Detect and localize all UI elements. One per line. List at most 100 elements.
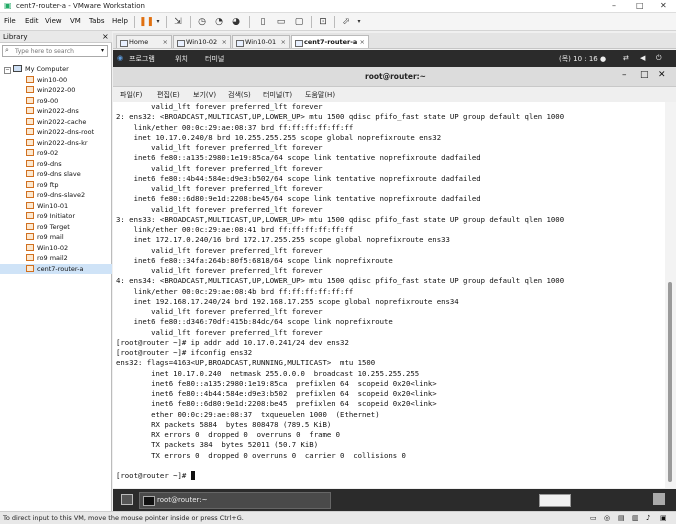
terminal-minimize-button[interactable]: – (622, 70, 627, 80)
cd-drive-icon[interactable]: ◎ (604, 514, 610, 522)
toolbar-separator (166, 16, 167, 28)
library-vm-item[interactable]: win2022-dns-kr (0, 138, 112, 149)
vm-icon (295, 40, 303, 47)
library-vm-item[interactable]: ro9-00 (0, 96, 112, 107)
pause-icon[interactable]: ❚❚ (139, 16, 154, 28)
applications-menu[interactable]: 프로그램 (129, 54, 155, 64)
console-view-icon[interactable]: ▢ (293, 16, 305, 28)
usb-icon[interactable]: ▥ (632, 514, 639, 522)
library-vm-item[interactable]: win2022-dns-root (0, 127, 112, 138)
stretch-guest-icon[interactable]: ⬀ (340, 16, 352, 28)
vm-icon (26, 264, 34, 272)
library-vm-item[interactable]: ro9 mail2 (0, 253, 112, 264)
send-keys-icon[interactable]: ⇲ (172, 16, 184, 28)
taskbar-terminal-button[interactable]: root@router:~ (139, 492, 331, 509)
library-vm-item[interactable]: Win10-01 (0, 201, 112, 212)
maximize-button[interactable]: □ (636, 1, 644, 10)
library-search-input[interactable] (15, 46, 101, 56)
library-vm-item[interactable]: ro9-02 (0, 148, 112, 159)
clock[interactable]: (목) 10 : 16 ● (559, 54, 606, 64)
revert-snapshot-icon[interactable]: ◔ (213, 16, 225, 28)
menu-help[interactable]: Help (112, 17, 128, 25)
menu-file[interactable]: File (4, 17, 16, 25)
terminal-line: inet 192.168.17.240/24 brd 192.168.17.25… (116, 296, 459, 306)
library-vm-label: Win10-02 (37, 243, 69, 252)
library-vm-item[interactable]: ro9 Terget (0, 222, 112, 233)
library-vm-item[interactable]: ro9-dns slave (0, 169, 112, 180)
hard-disk-icon[interactable]: ▭ (590, 514, 597, 522)
terminal-menu-help[interactable]: 도움말(H) (305, 90, 335, 100)
snapshot-icon[interactable]: ◷ (196, 16, 208, 28)
library-vm-item[interactable]: win2022-dns (0, 106, 112, 117)
places-menu[interactable]: 위치 (175, 54, 188, 64)
terminal-output[interactable]: valid_lft forever preferred_lft forever … (113, 102, 665, 488)
library-vm-item[interactable]: ro9-dns-slave2 (0, 190, 112, 201)
library-vm-item[interactable]: win10-00 (0, 75, 112, 86)
library-vm-item[interactable]: cent7-router-a (0, 263, 112, 274)
tab-home[interactable]: Home × (116, 35, 172, 48)
library-close-button[interactable]: × (102, 32, 109, 41)
terminal-menu-file[interactable]: 파일(F) (120, 90, 142, 100)
vm-icon (26, 117, 34, 125)
close-tab-icon[interactable]: × (222, 36, 227, 49)
sound-icon[interactable]: ♪ (646, 514, 650, 522)
home-icon (120, 40, 128, 47)
workspace-switcher[interactable] (539, 494, 571, 507)
thumbnail-bar-icon[interactable]: ▭ (275, 16, 287, 28)
tab-win10-01[interactable]: Win10-01 × (232, 35, 290, 48)
library-vm-item[interactable]: win2022-00 (0, 85, 112, 96)
library-vm-item[interactable]: Win10-02 (0, 243, 112, 254)
terminal-menu-view[interactable]: 보기(V) (193, 90, 216, 100)
network-adapter-icon[interactable]: ▤ (618, 514, 625, 522)
full-screen-icon[interactable]: ⊡ (317, 16, 329, 28)
menu-tabs[interactable]: Tabs (89, 17, 105, 25)
display-icon[interactable]: ▣ (660, 514, 667, 522)
menu-view[interactable]: View (45, 17, 62, 25)
search-dropdown-icon[interactable]: ▾ (101, 47, 104, 54)
library-vm-item[interactable]: ro9 ftp (0, 180, 112, 191)
library-vm-item[interactable]: ro9-dns (0, 159, 112, 170)
tab-label: Win10-01 (245, 38, 277, 46)
terminal-app-menu[interactable]: 터미널 (205, 54, 224, 64)
snapshot-manager-icon[interactable]: ◕ (230, 16, 242, 28)
library-vm-item[interactable]: ro9 mail (0, 232, 112, 243)
minimize-button[interactable]: – (612, 1, 616, 10)
tab-cent7-router-a[interactable]: cent7-router-a × (291, 35, 369, 48)
library-vm-item[interactable]: win2022-cache (0, 117, 112, 128)
vm-icon (26, 180, 34, 188)
tab-win10-02[interactable]: Win10-02 × (173, 35, 231, 48)
close-tab-icon[interactable]: × (163, 36, 168, 49)
terminal-maximize-button[interactable]: □ (640, 70, 649, 80)
collapse-icon[interactable]: − (4, 67, 11, 74)
network-icon[interactable]: ⇄ (623, 54, 629, 62)
show-desktop-icon[interactable] (121, 494, 133, 505)
terminal-menu-terminal[interactable]: 터미널(T) (263, 90, 292, 100)
power-icon[interactable]: ⏻ (656, 54, 662, 63)
dropdown-icon[interactable]: ▾ (152, 16, 164, 28)
tree-node-my-computer[interactable]: − My Computer (0, 64, 112, 75)
terminal-menu-edit[interactable]: 편집(E) (157, 90, 180, 100)
terminal-close-button[interactable]: ✕ (658, 70, 666, 80)
scrollbar-thumb[interactable] (668, 282, 672, 482)
library-vm-label: ro9-00 (37, 96, 59, 105)
status-bar: To direct input to this VM, move the mou… (0, 511, 676, 524)
library-tree: − My Computer win10-00 win2022-00 ro9-00 win… (0, 64, 112, 274)
vm-icon (26, 159, 34, 167)
app-icon: ▣ (4, 1, 12, 10)
terminal-menu-search[interactable]: 검색(S) (228, 90, 251, 100)
dropdown-icon[interactable]: ▾ (353, 16, 365, 28)
terminal-scrollbar[interactable] (665, 102, 676, 488)
close-button[interactable]: ✕ (660, 1, 667, 10)
menu-vm[interactable]: VM (70, 17, 81, 25)
notification-icon[interactable] (653, 493, 665, 505)
volume-icon[interactable]: ◀ (640, 54, 645, 62)
menu-edit[interactable]: Edit (25, 17, 39, 25)
close-tab-icon[interactable]: × (281, 36, 286, 49)
terminal-line: inet 10.17.0.240 netmask 255.0.0.0 broad… (116, 368, 420, 378)
close-tab-icon[interactable]: × (360, 36, 365, 49)
library-vm-item[interactable]: ro9 Initiator (0, 211, 112, 222)
library-search-box[interactable]: ⌕ ▾ (2, 45, 108, 57)
terminal-line: [root@router ~]# ip addr add 10.17.0.241… (116, 337, 349, 347)
show-library-icon[interactable]: ▯ (257, 16, 269, 28)
library-vm-label: win2022-dns-kr (37, 138, 88, 147)
